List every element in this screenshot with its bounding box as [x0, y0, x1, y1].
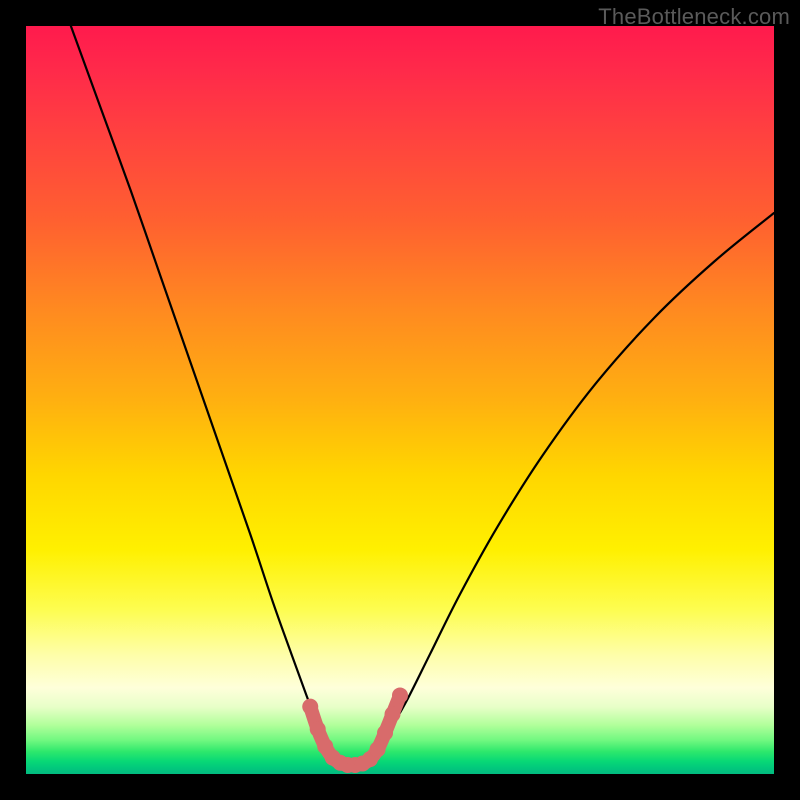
curve-svg — [26, 26, 774, 774]
highlight-dot — [370, 741, 386, 757]
highlight-dot — [377, 725, 393, 741]
chart-frame: TheBottleneck.com — [0, 0, 800, 800]
plot-area — [26, 26, 774, 774]
highlight-dot — [310, 721, 326, 737]
highlight-dot — [392, 687, 408, 703]
series-path-bottleneck-curve-left — [71, 26, 318, 725]
series-path-bottleneck-curve-right — [393, 213, 774, 725]
highlight-dot — [302, 699, 318, 715]
highlight-dot — [385, 706, 401, 722]
